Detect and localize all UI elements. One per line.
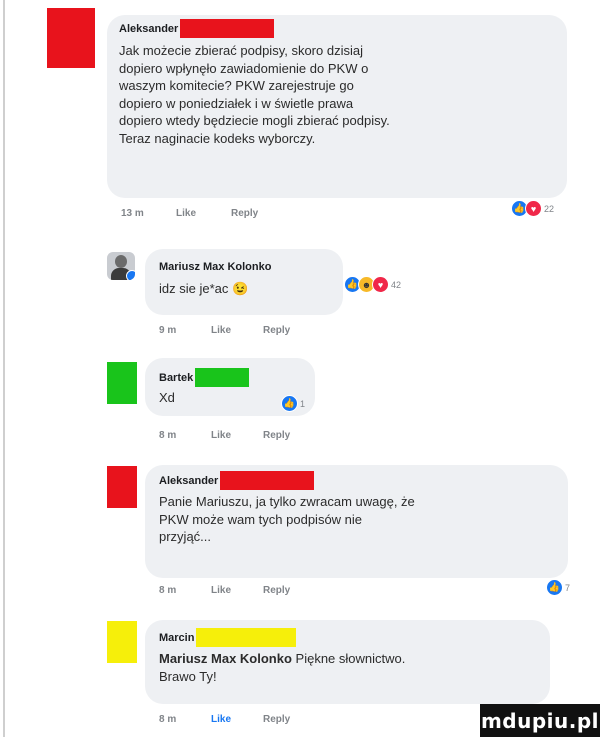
- comment-line: Brawo Ty!: [159, 668, 217, 684]
- love-reaction-icon: ♥: [372, 276, 389, 293]
- author-name[interactable]: Aleksander: [119, 22, 178, 36]
- comment-line: Jak możecie zbierać podpisy, skoro dzisi…: [119, 43, 363, 58]
- like-reaction-icon: 👍: [281, 395, 298, 412]
- comment-line: dopiero wpłynęło zawiadomienie do PKW o: [119, 60, 369, 76]
- timestamp[interactable]: 13 m: [121, 208, 176, 219]
- comment-line: przyjąć...: [159, 529, 212, 545]
- author-name[interactable]: Marcin: [159, 631, 194, 645]
- like-button[interactable]: Like: [211, 325, 263, 336]
- name-redaction: [180, 19, 275, 38]
- comment-text: Jak możecie zbierać podpisy, skoro dzisi…: [119, 42, 555, 148]
- reply-button[interactable]: Reply: [263, 714, 290, 725]
- reply-button[interactable]: Reply: [263, 325, 290, 336]
- reaction-count: 22: [544, 203, 555, 214]
- avatar-redacted[interactable]: [107, 362, 137, 404]
- name-redaction: [196, 628, 297, 647]
- comment-line: dopiero wtedy będziecie mogli zbierać po…: [119, 113, 390, 129]
- avatar-redacted[interactable]: [107, 621, 137, 663]
- reaction-summary[interactable]: 👍 ☻ ♥ 42: [344, 276, 401, 293]
- comment-author[interactable]: Marcin: [159, 628, 536, 647]
- reaction-summary[interactable]: 👍 7: [546, 579, 570, 596]
- reaction-summary[interactable]: 👍 1: [281, 395, 305, 412]
- reply-button[interactable]: Reply: [231, 208, 258, 219]
- comment-bubble: Aleksander Panie Mariuszu, ja tylko zwra…: [145, 465, 568, 578]
- like-button[interactable]: Like: [176, 208, 231, 219]
- author-name[interactable]: Mariusz Max Kolonko: [159, 260, 271, 274]
- comment-line: Panie Mariuszu, ja tylko zwracam uwagę, …: [159, 494, 415, 509]
- comment-line: idz sie je*ac 😉: [159, 281, 249, 296]
- mention-link[interactable]: Mariusz Max Kolonko: [159, 651, 292, 666]
- like-reaction-icon: 👍: [546, 579, 563, 596]
- like-button[interactable]: Like: [211, 430, 263, 441]
- comment-bubble: Mariusz Max Kolonko idz sie je*ac 😉: [145, 249, 343, 315]
- watermark-text: mdupiu.pl: [480, 708, 600, 733]
- comment-meta: 8 m Like Reply: [159, 585, 290, 596]
- avatar-redacted[interactable]: [47, 8, 95, 68]
- reaction-summary[interactable]: 👍 ♥ 22: [511, 200, 554, 217]
- comment-author[interactable]: Bartek: [159, 368, 301, 387]
- comment-bubble: Marcin Mariusz Max Kolonko Piękne słowni…: [145, 620, 550, 704]
- comment-meta: 9 m Like Reply: [159, 325, 290, 336]
- reply-button[interactable]: Reply: [263, 430, 290, 441]
- comment-text: Panie Mariuszu, ja tylko zwracam uwagę, …: [159, 493, 554, 546]
- comment-text: Xd: [159, 389, 301, 407]
- comment-line: Mariusz Max Kolonko Piękne słownictwo.: [159, 650, 536, 668]
- comment-author[interactable]: Aleksander: [159, 471, 554, 490]
- avatar[interactable]: [107, 252, 135, 280]
- comment-line: dopiero w poniedziałek i w świetle prawa: [119, 95, 354, 111]
- comment-bubble: Aleksander Jak możecie zbierać podpisy, …: [107, 15, 567, 198]
- author-name[interactable]: Aleksander: [159, 474, 218, 488]
- love-reaction-icon: ♥: [525, 200, 542, 217]
- like-button[interactable]: Like: [211, 585, 263, 596]
- comment-text: idz sie je*ac 😉: [159, 280, 329, 298]
- comment-line: PKW może wam tych podpisów nie: [159, 511, 363, 527]
- reaction-count: 7: [565, 582, 571, 593]
- reply-button[interactable]: Reply: [263, 585, 290, 596]
- comment-meta: 8 m Like Reply: [159, 714, 290, 725]
- name-redaction: [220, 471, 315, 490]
- like-button[interactable]: Like: [211, 714, 263, 725]
- timestamp[interactable]: 8 m: [159, 714, 211, 725]
- timestamp[interactable]: 8 m: [159, 430, 211, 441]
- timestamp[interactable]: 9 m: [159, 325, 211, 336]
- comment-author[interactable]: Aleksander: [119, 19, 555, 38]
- name-redaction: [195, 368, 250, 387]
- comment-author[interactable]: Mariusz Max Kolonko: [159, 260, 329, 274]
- reaction-count: 42: [391, 279, 402, 290]
- comment-line: Teraz naginacie kodeks wyborczy.: [119, 130, 316, 146]
- comment-line: waszym komitecie? PKW zarejestruje go: [119, 78, 354, 94]
- comment-meta: 8 m Like Reply: [159, 430, 290, 441]
- timestamp[interactable]: 8 m: [159, 585, 211, 596]
- comment-line: Xd: [159, 390, 175, 405]
- comment-line-text: Piękne słownictwo.: [291, 651, 406, 666]
- reaction-count: 1: [300, 398, 306, 409]
- watermark-logo: mdupiu.pl: [480, 704, 600, 737]
- left-edge-strip: [3, 0, 5, 737]
- author-name[interactable]: Bartek: [159, 371, 193, 385]
- avatar-redacted[interactable]: [107, 466, 137, 508]
- comment-text: Mariusz Max Kolonko Piękne słownictwo. B…: [159, 650, 536, 685]
- comment-meta: 13 m Like Reply: [121, 208, 258, 219]
